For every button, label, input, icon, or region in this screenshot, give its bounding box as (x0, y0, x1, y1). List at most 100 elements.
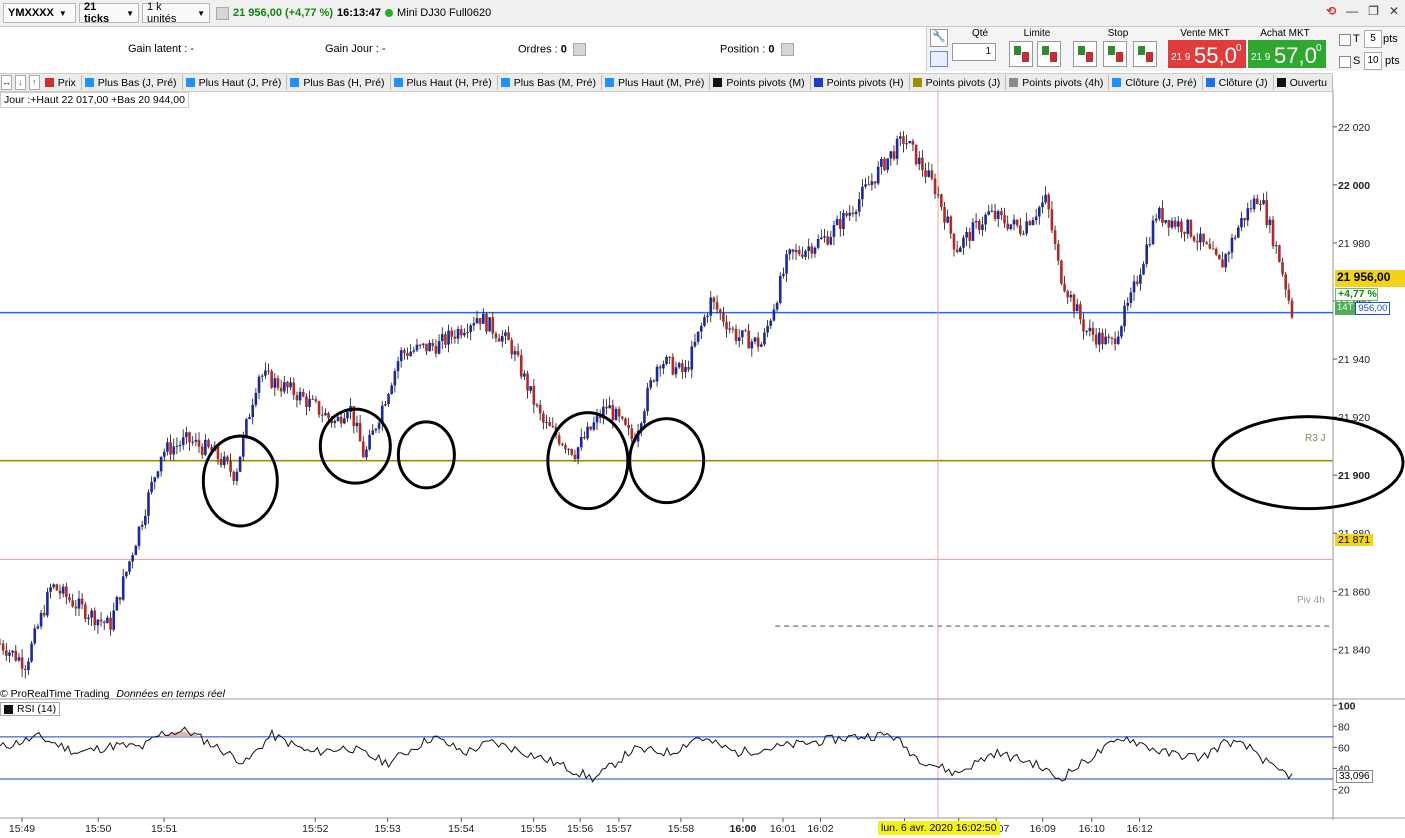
candle-body (286, 382, 289, 388)
candle-body (166, 442, 169, 452)
candle-body (753, 337, 757, 342)
candle-body (870, 181, 874, 185)
candle-body (125, 571, 128, 577)
candle-body (77, 598, 81, 609)
candle-body (248, 417, 251, 420)
candle-body (1006, 223, 1009, 229)
candle-body (169, 442, 172, 455)
candle-body (1265, 200, 1269, 226)
candle-body (873, 181, 877, 184)
candle-body (570, 449, 574, 455)
candle-body (65, 586, 68, 598)
candle-body (485, 313, 488, 332)
candle-body (444, 334, 447, 345)
candle-body (58, 590, 62, 594)
candle-body (289, 382, 292, 388)
candle-body (649, 380, 653, 388)
candle-body (131, 555, 134, 562)
candle-body (1047, 194, 1051, 210)
candle-body (778, 275, 782, 303)
candle-body (510, 340, 514, 355)
candle-body (557, 435, 561, 444)
candle-body (175, 445, 179, 447)
candle-body (1082, 319, 1085, 332)
candle-body (185, 432, 188, 438)
candle-body (147, 492, 150, 516)
candle-body (1221, 259, 1224, 268)
candle-body (564, 445, 567, 450)
candle-body (595, 415, 599, 423)
candle-body (532, 386, 536, 405)
candle-body (292, 382, 296, 395)
x-tick-label: 16:09 (1030, 823, 1056, 835)
candle-body (450, 330, 454, 337)
candle-body (996, 211, 1000, 219)
candle-body (343, 418, 346, 424)
candle-body (1252, 198, 1256, 210)
candle-body (734, 328, 738, 341)
candle-body (1, 643, 5, 651)
candle-body (308, 398, 311, 408)
candle-body (763, 332, 766, 345)
candle-body (548, 422, 551, 426)
candle-body (403, 350, 406, 354)
realtime-text: Données en temps réel (116, 688, 225, 700)
candle-body (946, 216, 949, 223)
candle-body (1290, 300, 1294, 318)
candle-body (238, 456, 242, 472)
candle-body (333, 420, 337, 424)
x-tick-label: 15:56 (567, 823, 593, 835)
candle-body (425, 343, 428, 352)
candle-body (965, 231, 968, 238)
candle-body (61, 586, 65, 594)
candle-body (576, 447, 580, 460)
candle-body (892, 151, 896, 159)
candle-body (857, 199, 861, 212)
candle-body (981, 224, 984, 230)
candle-body (55, 584, 59, 591)
candle-body (305, 396, 308, 408)
copyright: © ProRealTime Trading Données en temps r… (0, 688, 225, 700)
r3-label: R3 J (1305, 433, 1326, 444)
candle-body (902, 136, 905, 144)
candle-body (1183, 231, 1186, 234)
candle-body (39, 612, 43, 627)
candle-body (361, 441, 365, 458)
candle-body (1195, 240, 1199, 243)
candle-body (933, 178, 937, 195)
candle-body (1274, 245, 1278, 247)
candle-body (940, 194, 943, 208)
candle-body (971, 222, 975, 241)
candle-body (917, 157, 921, 165)
candle-body (652, 380, 656, 382)
candle-body (674, 367, 678, 375)
candle-body (232, 471, 236, 481)
y-tick-label: 21 980 (1338, 238, 1370, 250)
candle-body (311, 398, 315, 400)
candle-body (279, 387, 283, 392)
candle-body (671, 356, 675, 375)
candle-body (453, 336, 457, 339)
candle-body (377, 422, 381, 429)
candle-body (864, 184, 867, 187)
rsi-indicator-label[interactable]: RSI (14) (0, 702, 61, 716)
candle-body (459, 328, 463, 336)
candle-body (5, 650, 8, 656)
candle-body (301, 391, 305, 397)
candle-body (889, 151, 893, 159)
candle-body (908, 141, 912, 144)
candle-body (883, 158, 886, 170)
candle-body (1176, 221, 1180, 227)
candle-body (955, 249, 959, 253)
x-tick-label: 16:10 (1079, 823, 1105, 835)
candle-body (968, 231, 972, 241)
candle-body (46, 591, 49, 616)
candle-body (229, 461, 232, 472)
candle-body (1227, 252, 1231, 255)
candle-body (365, 449, 368, 458)
candle-body (327, 413, 330, 419)
candle-body (144, 515, 147, 525)
candle-body (1025, 221, 1028, 234)
candle-body (952, 233, 956, 250)
price-chart[interactable]: 22 02022 00021 98021 96021 94021 92021 9… (0, 0, 1405, 838)
